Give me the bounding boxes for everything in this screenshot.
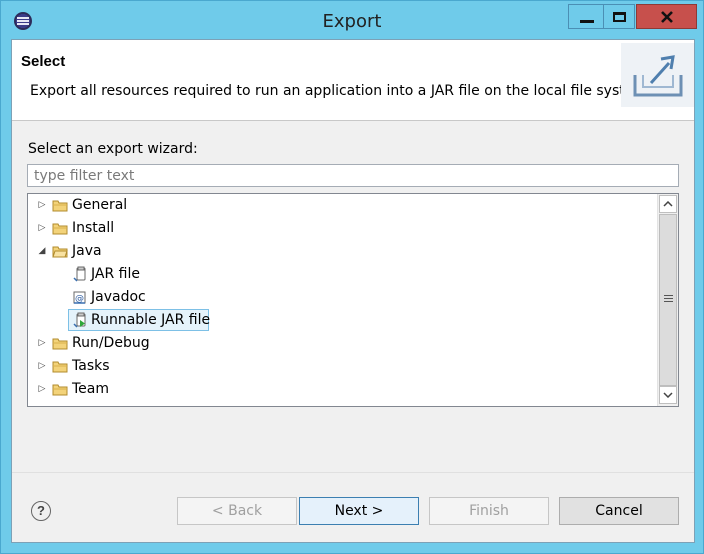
maximize-icon [612,11,626,22]
minimize-button[interactable] [568,4,604,29]
folder-icon [52,200,68,212]
title-bar[interactable]: Export [1,1,703,39]
wizard-banner: Select Export all resources required to … [12,40,694,121]
expand-arrow-icon[interactable]: ▷ [36,217,48,239]
wizard-tree: ▷ General ▷ Install ◢ Java JAR file @ Ja… [27,193,679,407]
export-dialog: Export Select Export all resources requi… [0,0,704,554]
help-icon[interactable]: ? [31,501,51,521]
tree-item-label: General [72,197,128,213]
expand-arrow-icon[interactable]: ▷ [36,194,48,216]
close-button[interactable] [636,4,697,29]
filter-input[interactable] [27,164,679,187]
minimize-icon [579,19,594,23]
tree-item-label: Tasks [72,358,110,374]
tree-item-label: Run/Debug [72,335,150,351]
next-button[interactable]: Next > [299,497,419,525]
finish-button[interactable]: Finish [429,497,549,525]
expand-arrow-icon[interactable]: ▷ [36,355,48,377]
back-button[interactable]: < Back [177,497,297,525]
chevron-up-icon [663,201,673,207]
jar-file-icon [73,266,86,282]
footer-divider [12,472,694,473]
tree-item-label: Install [72,220,115,236]
javadoc-icon: @ [73,291,86,304]
folder-icon [52,223,68,235]
banner-description: Export all resources required to run an … [30,83,652,99]
tree-scrollbar[interactable] [657,194,678,406]
tree-item-label: Javadoc [91,289,146,305]
tree-item-label: Team [72,381,110,397]
collapse-arrow-icon[interactable]: ◢ [36,240,48,262]
tree-item-label: Java [72,243,102,259]
maximize-button[interactable] [603,4,635,29]
scroll-thumb[interactable] [659,214,677,386]
tree-item-label: Runnable JAR file [91,312,211,328]
folder-icon [52,338,68,350]
close-icon [660,10,673,23]
banner-title: Select [21,53,66,70]
folder-icon [52,361,68,373]
dialog-body: Select Export all resources required to … [11,39,695,543]
folder-icon [52,384,68,396]
cancel-button[interactable]: Cancel [559,497,679,525]
export-wizard-icon [621,43,694,107]
grip-icon [664,295,673,296]
expand-arrow-icon[interactable]: ▷ [36,378,48,400]
chevron-down-icon [663,392,673,398]
scroll-down-button[interactable] [659,386,677,404]
expand-arrow-icon[interactable]: ▷ [36,332,48,354]
tree-item-label: JAR file [91,266,140,282]
scroll-up-button[interactable] [659,195,677,213]
folder-open-icon [52,246,68,258]
wizard-label: Select an export wizard: [28,141,198,157]
runnable-jar-icon [73,312,86,328]
